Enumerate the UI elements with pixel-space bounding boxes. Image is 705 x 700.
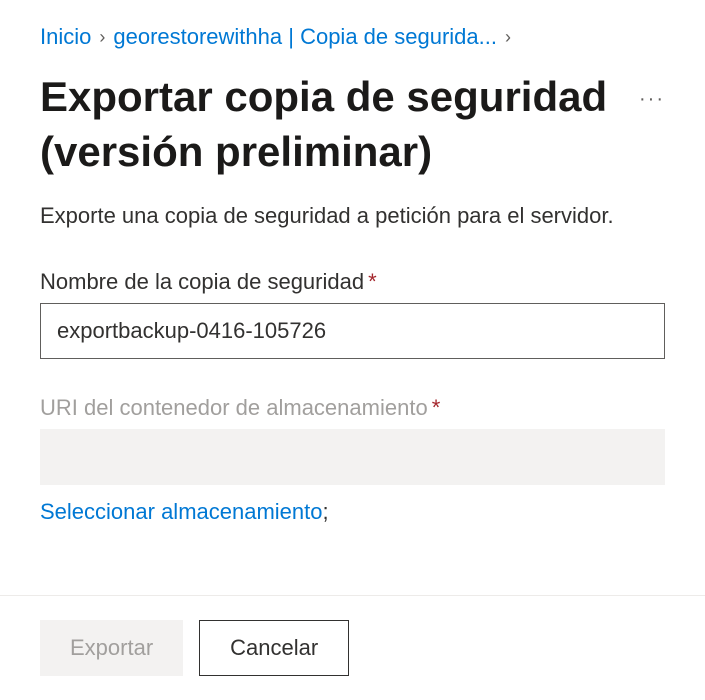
breadcrumb-second[interactable]: georestorewithha | Copia de segurida... [113, 24, 497, 50]
storage-uri-input [40, 429, 665, 485]
page-title: Exportar copia de seguridad (versión pre… [40, 70, 623, 179]
export-button[interactable]: Exportar [40, 620, 183, 676]
backup-name-input[interactable] [40, 303, 665, 359]
cancel-button[interactable]: Cancelar [199, 620, 349, 676]
footer-actions: Exportar Cancelar [0, 595, 705, 700]
more-icon[interactable]: ··· [639, 70, 665, 111]
chevron-right-icon: › [99, 27, 105, 48]
storage-uri-label: URI del contenedor de almacenamiento* [40, 395, 665, 421]
chevron-right-icon: › [505, 27, 511, 48]
backup-name-label: Nombre de la copia de seguridad* [40, 269, 665, 295]
required-asterisk: * [432, 395, 441, 420]
required-asterisk: * [368, 269, 377, 294]
page-description: Exporte una copia de seguridad a petició… [40, 203, 665, 229]
select-storage-link[interactable]: Seleccionar almacenamiento [40, 499, 323, 524]
breadcrumb: Inicio › georestorewithha | Copia de seg… [40, 24, 665, 50]
breadcrumb-home[interactable]: Inicio [40, 24, 91, 50]
link-suffix: ; [323, 499, 329, 524]
